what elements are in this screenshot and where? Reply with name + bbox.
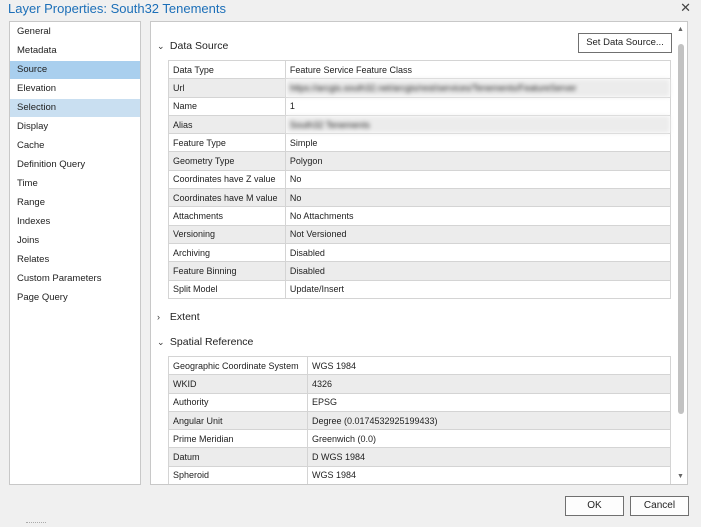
property-key: Authority (168, 392, 308, 412)
sidebar-item-indexes[interactable]: Indexes (10, 213, 140, 231)
property-key: Angular Unit (168, 410, 308, 431)
title-bar: Layer Properties: South32 Tenements ✕ (0, 0, 701, 19)
property-value: Update/Insert (284, 279, 672, 299)
sidebar-item-cache[interactable]: Cache (10, 137, 140, 155)
chevron-down-icon: ⌄ (157, 41, 165, 51)
property-value: WGS 1984 (306, 355, 672, 376)
property-value: 1 (284, 96, 672, 116)
property-key: Geometry Type (168, 151, 286, 171)
spatial-reference-header[interactable]: ⌄ Spatial Reference (157, 336, 253, 348)
sidebar-item-elevation[interactable]: Elevation (10, 80, 140, 98)
property-key: Spheroid (168, 465, 308, 484)
property-value: No (284, 188, 672, 208)
sidebar-item-joins[interactable]: Joins (10, 232, 140, 250)
property-value: WGS 1984 (306, 465, 672, 484)
table-row: Url https://arcgis.south32.net/arcgis/res… (168, 78, 672, 98)
table-row: Archiving Disabled (168, 242, 672, 263)
table-row: Feature Binning Disabled (168, 261, 672, 281)
table-row: Feature Type Simple (168, 133, 672, 153)
sidebar: General Metadata Source Elevation Select… (9, 21, 141, 485)
table-row: Name 1 (168, 96, 672, 116)
table-row: Alias South32 Tenements (168, 114, 672, 135)
resize-grip (26, 522, 46, 526)
spatial-reference-table: Geographic Coordinate System WGS 1984 WKI… (168, 355, 672, 484)
chevron-down-icon: ⌄ (157, 337, 165, 347)
property-value: Degree (0.0174532925199433) (306, 410, 672, 431)
table-row: Coordinates have M value No (168, 188, 672, 208)
sidebar-item-custom-parameters[interactable]: Custom Parameters (10, 270, 140, 288)
property-value: No Attachments (284, 206, 672, 226)
scroll-down-icon[interactable]: ▼ (677, 473, 684, 480)
table-row: Datum D WGS 1984 (168, 447, 672, 467)
property-key: Split Model (168, 279, 286, 299)
property-value: No (284, 169, 672, 190)
sidebar-item-display[interactable]: Display (10, 118, 140, 136)
sidebar-item-general[interactable]: General (10, 23, 140, 41)
property-value: Disabled (284, 261, 672, 281)
chevron-right-icon: › (157, 312, 160, 322)
property-key: Feature Type (168, 133, 286, 153)
property-key: Archiving (168, 242, 286, 263)
table-row: Geometry Type Polygon (168, 151, 672, 171)
table-row: Split Model Update/Insert (168, 279, 672, 299)
cancel-button[interactable]: Cancel (630, 496, 689, 516)
property-value: Polygon (284, 151, 672, 171)
property-key: Attachments (168, 206, 286, 226)
scroll-thumb[interactable] (678, 44, 684, 414)
property-value: Simple (284, 133, 672, 153)
table-row: Spheroid WGS 1984 (168, 465, 672, 484)
sidebar-item-relates[interactable]: Relates (10, 251, 140, 269)
table-row: Attachments No Attachments (168, 206, 672, 226)
vertical-scrollbar[interactable]: ▲ ▼ (675, 22, 687, 484)
sidebar-item-range[interactable]: Range (10, 194, 140, 212)
spatial-reference-title: Spatial Reference (169, 336, 254, 348)
data-source-title: Data Source (169, 40, 229, 52)
window-title: Layer Properties: South32 Tenements (8, 1, 227, 16)
sidebar-item-selection[interactable]: Selection (10, 99, 140, 117)
property-key: Coordinates have Z value (168, 169, 286, 190)
property-key: Feature Binning (168, 261, 286, 281)
property-key: Data Type (168, 59, 286, 80)
extent-header[interactable]: › Extent (157, 311, 200, 323)
table-row: Data Type Feature Service Feature Class (168, 59, 672, 80)
scroll-up-icon[interactable]: ▲ (677, 26, 684, 33)
properties-panel: ⌄ Data Source Set Data Source... Data Ty… (150, 21, 688, 485)
table-row: Versioning Not Versioned (168, 224, 672, 244)
property-value: 4326 (306, 374, 672, 394)
property-value: D WGS 1984 (306, 447, 672, 467)
property-key: Datum (168, 447, 308, 467)
property-key: Prime Meridian (168, 429, 308, 449)
sidebar-item-source[interactable]: Source (10, 61, 140, 79)
sidebar-item-page-query[interactable]: Page Query (10, 289, 140, 307)
property-value-redacted: https://arcgis.south32.net/arcgis/rest/s… (284, 78, 672, 98)
data-source-table: Data Type Feature Service Feature Class U… (168, 59, 672, 299)
property-value: EPSG (306, 392, 672, 412)
property-value: Greenwich (0.0) (306, 429, 672, 449)
table-row: Prime Meridian Greenwich (0.0) (168, 429, 672, 449)
table-row: Geographic Coordinate System WGS 1984 (168, 355, 672, 376)
table-row: Authority EPSG (168, 392, 672, 412)
table-row: Coordinates have Z value No (168, 169, 672, 190)
property-key: Url (168, 78, 286, 98)
data-source-header[interactable]: ⌄ Data Source (157, 40, 228, 52)
sidebar-item-time[interactable]: Time (10, 175, 140, 193)
property-value: Not Versioned (284, 224, 672, 244)
property-key: Versioning (168, 224, 286, 244)
table-row: WKID 4326 (168, 374, 672, 394)
close-icon[interactable]: ✕ (680, 0, 691, 16)
property-key: Alias (168, 114, 286, 135)
property-key: WKID (168, 374, 308, 394)
property-value: Disabled (284, 242, 672, 263)
sidebar-item-metadata[interactable]: Metadata (10, 42, 140, 60)
ok-button[interactable]: OK (565, 496, 624, 516)
property-key: Name (168, 96, 286, 116)
set-data-source-button[interactable]: Set Data Source... (578, 33, 672, 53)
extent-title: Extent (169, 311, 200, 323)
property-key: Coordinates have M value (168, 188, 286, 208)
sidebar-item-definition-query[interactable]: Definition Query (10, 156, 140, 174)
property-value: Feature Service Feature Class (284, 59, 672, 80)
property-value-redacted: South32 Tenements (284, 114, 672, 135)
property-key: Geographic Coordinate System (168, 355, 308, 376)
table-row: Angular Unit Degree (0.0174532925199433) (168, 410, 672, 431)
